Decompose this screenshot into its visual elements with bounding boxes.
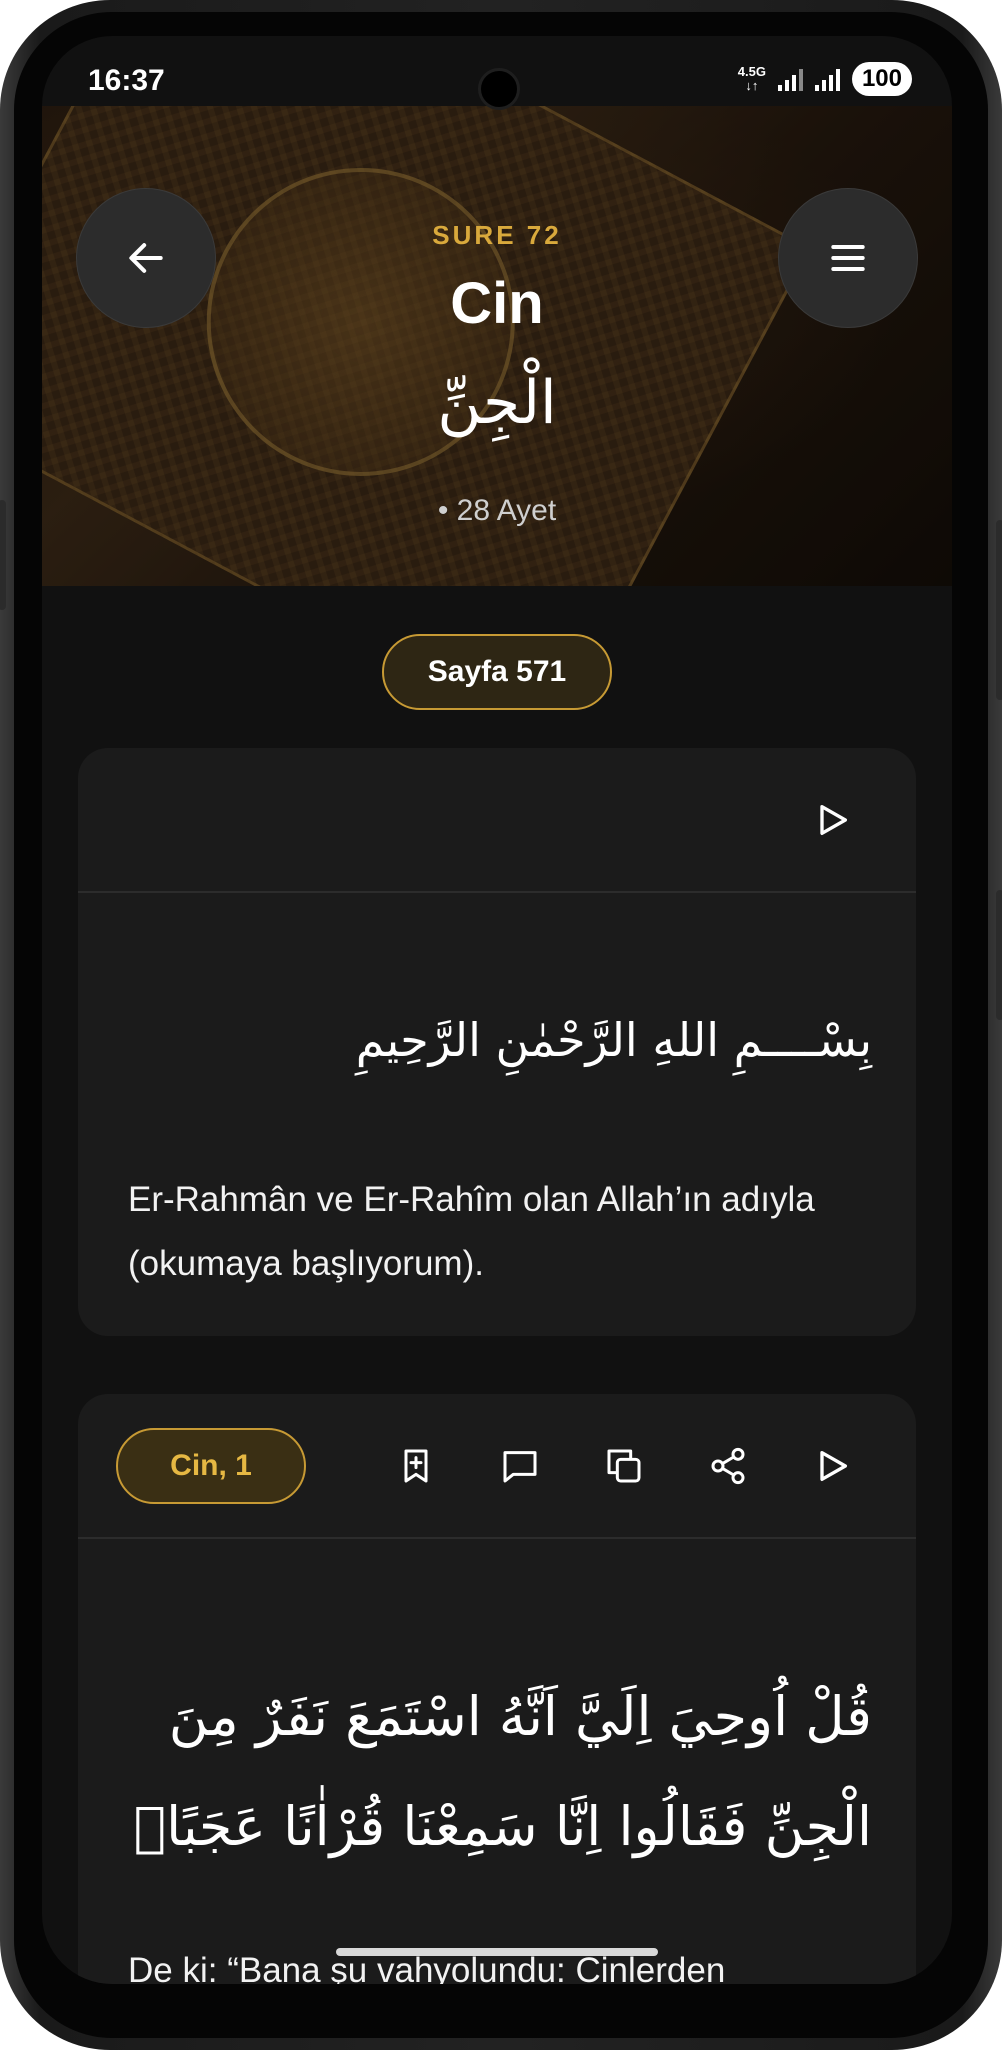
screen: SURE 72 Cin الْجِنِّ • 28 Ayet 16:37 4.5… [42, 36, 952, 1984]
basmala-card: بِسْــــمِ اللهِ الرَّحْمٰنِ الرَّحِيمِ … [78, 748, 916, 1336]
basmala-translation: Er-Rahmân ve Er-Rahîm olan Allah’ın adıy… [128, 1180, 815, 1283]
play-icon [820, 1451, 847, 1481]
signal-icon [777, 67, 803, 91]
ayah-card: Cin, 1 قُلْ اُوحِيَ اِلَيَّ اَنَّهُ اسْت… [78, 1394, 916, 1984]
copy-button[interactable] [596, 1438, 652, 1494]
card-toolbar [78, 748, 916, 893]
surah-name-arabic: الْجِنِّ [437, 368, 557, 438]
status-time: 16:37 [88, 64, 165, 97]
share-icon [711, 1447, 745, 1485]
bookmark-add-icon [404, 1449, 428, 1483]
comment-button[interactable] [492, 1438, 548, 1494]
ayah-arabic: قُلْ اُوحِيَ اِلَيَّ اَنَّهُ اسْتَمَعَ ن… [133, 1685, 872, 1858]
phone-volume-button [996, 520, 1002, 700]
battery-indicator: 100 [851, 62, 912, 96]
phone-side-button [0, 500, 6, 610]
ayah-translation: De ki: “Bana şu vahyolundu: Cinlerden [128, 1951, 726, 1984]
comment-icon [503, 1451, 537, 1483]
surah-number: SURE 72 [432, 220, 562, 250]
phone-frame: SURE 72 Cin الْجِنِّ • 28 Ayet 16:37 4.5… [0, 0, 1002, 2050]
bookmark-button[interactable] [388, 1438, 444, 1494]
page-number-badge[interactable]: Sayfa 571 [382, 634, 612, 710]
home-indicator[interactable] [336, 1948, 658, 1956]
play-icon [820, 805, 847, 835]
surah-name: Cin [450, 271, 544, 336]
network-type: 4.5G ↓↑ [737, 64, 766, 93]
copy-icon [607, 1449, 641, 1483]
play-button[interactable] [804, 1438, 860, 1494]
ayah-reference-badge[interactable]: Cin, 1 [116, 1428, 306, 1504]
phone-power-button [996, 890, 1002, 1020]
play-button[interactable] [804, 792, 860, 848]
share-button[interactable] [700, 1438, 756, 1494]
ayah-count: • 28 Ayet [437, 494, 557, 527]
basmala-arabic: بِسْــــمِ اللهِ الرَّحْمٰنِ الرَّحِيمِ [355, 1013, 872, 1067]
surah-header-banner: SURE 72 Cin الْجِنِّ • 28 Ayet [42, 106, 952, 586]
ayah-toolbar: Cin, 1 [78, 1394, 916, 1539]
signal-icon [814, 67, 840, 91]
status-bar: 16:37 4.5G ↓↑ 100 [42, 36, 952, 126]
front-camera [478, 68, 520, 110]
